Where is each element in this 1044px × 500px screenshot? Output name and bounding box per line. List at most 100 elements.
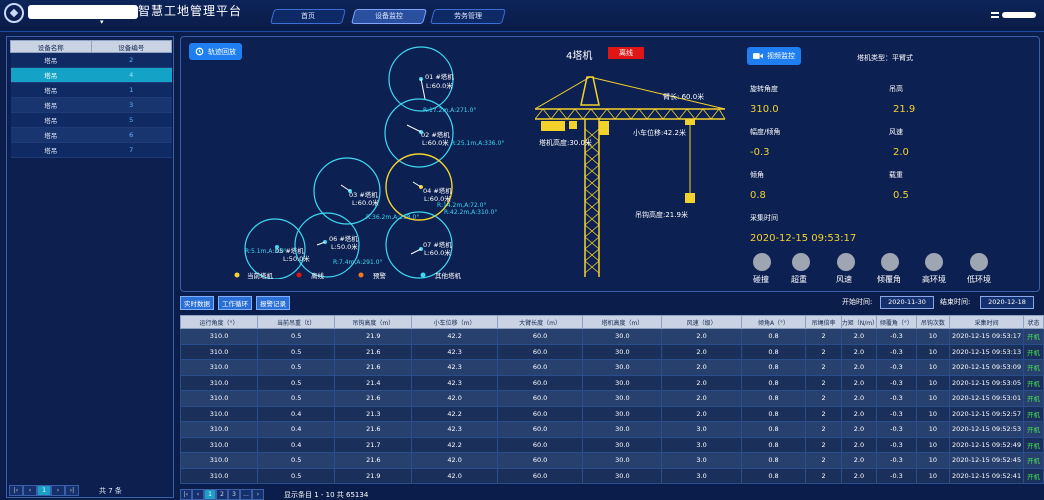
pager-ellipsis[interactable]: ... — [240, 489, 252, 500]
table-row[interactable]: 塔吊 2 — [10, 52, 172, 68]
project-selector-redacted[interactable] — [28, 5, 138, 19]
pager-first-button[interactable]: |‹ — [180, 489, 192, 500]
table-cell: 10 — [915, 452, 951, 469]
table-cell: 2020-12-15 09:52:45 — [949, 452, 1025, 469]
replay-label: 轨迹回放 — [208, 47, 236, 56]
table-cell: 10 — [915, 421, 951, 438]
pager-next-button[interactable]: › — [51, 485, 65, 496]
nav-tab-labor[interactable]: 劳务管理 — [429, 9, 507, 24]
pager-prev-button[interactable]: ‹ — [23, 485, 37, 496]
logo-icon — [4, 3, 24, 23]
device-list-panel: 设备名称 设备编号 塔吊 2 塔吊 4 塔吊 1 塔吊 3 塔吊 5 塔吊 6 塔吊 7 |‹… — [6, 36, 174, 498]
table-cell: 0.5 — [257, 467, 336, 484]
arm-length-label: 臂长: 60.0米 — [663, 92, 704, 101]
column-header: 状态 — [1023, 315, 1044, 329]
table-cell: 0.4 — [257, 405, 336, 422]
table-row[interactable]: 310.0 0.5 21.6 42.0 60.0 30.0 2.0 0.8 2 2.0 -0.3 10… — [179, 390, 1044, 407]
user-menu[interactable] — [991, 12, 1036, 18]
table-cell: 21.9 — [334, 467, 413, 484]
table-cell: 2 — [805, 467, 842, 484]
tab-work-cycle[interactable]: 工作循环 — [218, 296, 252, 310]
table-cell: -0.3 — [876, 421, 917, 438]
tab-alarm-records[interactable]: 报警记录 — [256, 296, 290, 310]
table-cell: 310.0 — [179, 359, 259, 376]
table-row[interactable]: 310.0 0.4 21.6 42.3 60.0 30.0 3.0 0.8 2 2.0 -0.3 10… — [179, 421, 1044, 438]
table-cell: 310.0 — [179, 390, 259, 407]
table-cell: -0.3 — [876, 436, 917, 453]
pager-page-button[interactable]: 1 — [37, 485, 51, 496]
table-row[interactable]: 塔吊 3 — [10, 97, 172, 113]
table-row[interactable]: 塔吊 7 — [10, 142, 172, 158]
table-cell: 10 — [915, 359, 951, 376]
status-cell: 开机 — [1023, 405, 1044, 422]
table-cell: -0.3 — [876, 328, 917, 345]
table-cell: 2 — [805, 328, 842, 345]
table-cell: 2.0 — [661, 328, 742, 345]
table-row[interactable]: 310.0 0.5 21.6 42.3 60.0 30.0 2.0 0.8 2 2.0 -0.3 10… — [179, 343, 1044, 360]
nav-tab-label: 设备监控 — [375, 12, 403, 20]
legend-dot-other — [420, 272, 426, 278]
pager-last-button[interactable]: ›| — [65, 485, 79, 496]
table-cell: 30.0 — [582, 390, 663, 407]
table-cell: 60.0 — [496, 374, 584, 391]
pager-first-button[interactable]: |‹ — [9, 485, 23, 496]
column-header: 运行角度（°） — [179, 315, 259, 329]
table-cell: -0.3 — [876, 359, 917, 376]
table-cell: 21.6 — [334, 343, 413, 360]
table-cell: 0.8 — [740, 421, 807, 438]
pager-page-button[interactable]: 2 — [216, 489, 228, 500]
table-cell: 310.0 — [179, 328, 259, 345]
end-date-input[interactable]: 2020-12-18 — [980, 296, 1034, 309]
device-code: 3 — [91, 97, 172, 113]
table-row[interactable]: 310.0 0.4 21.3 42.2 60.0 30.0 2.0 0.8 2 2.0 -0.3 10… — [179, 405, 1044, 422]
username-redacted — [1002, 12, 1036, 18]
alarm-label: 高环境 — [922, 275, 946, 284]
table-cell: 2.0 — [661, 405, 742, 422]
table-cell: 0.8 — [740, 374, 807, 391]
table-row[interactable]: 塔吊 1 — [10, 82, 172, 98]
crane-zone-03[interactable]: 03 #塔机 L:60.0米 R:36.2m,A:298.0° — [313, 157, 419, 225]
nav-tab-device-monitor[interactable]: 设备监控 — [350, 9, 428, 24]
tab-realtime-data[interactable]: 实时数据 — [180, 296, 214, 310]
pager-page-button[interactable]: 1 — [204, 489, 216, 500]
column-header: 吊钩次数 — [915, 315, 951, 329]
legend-dot-warning — [358, 272, 364, 278]
crane-info: R:7.4m,A:291.0° — [333, 259, 383, 266]
table-row-selected[interactable]: 塔吊 4 — [10, 67, 172, 83]
pager-next-button[interactable]: › — [252, 489, 264, 500]
table-cell: 60.0 — [496, 359, 584, 376]
alarm-overweight-indicator — [792, 253, 810, 271]
table-cell: 0.5 — [257, 343, 336, 360]
param-value: 0.5 — [893, 190, 909, 201]
table-cell: 2020-12-15 09:53:01 — [949, 390, 1025, 407]
column-header: 采集时间 — [949, 315, 1025, 329]
video-camera-icon — [753, 53, 763, 59]
table-row[interactable]: 塔吊 5 — [10, 112, 172, 128]
table-row[interactable]: 310.0 0.5 21.9 42.2 60.0 30.0 2.0 0.8 2 2.0 -0.3 10… — [179, 328, 1044, 345]
table-row[interactable]: 310.0 0.5 21.4 42.3 60.0 30.0 2.0 0.8 2 2.0 -0.3 10… — [179, 374, 1044, 391]
table-cell: 30.0 — [582, 452, 663, 469]
chevron-down-icon[interactable]: ▾ — [100, 18, 104, 26]
table-cell: 30.0 — [582, 343, 663, 360]
crane-zone-07[interactable]: 07 #塔机 L:60.0米 — [385, 211, 453, 279]
table-row[interactable]: 塔吊 6 — [10, 127, 172, 143]
alarm-collision-indicator — [753, 253, 771, 271]
table-cell: 2.0 — [661, 359, 742, 376]
table-row[interactable]: 310.0 0.5 21.9 42.0 60.0 30.0 3.0 0.8 2 2.0 -0.3 10… — [179, 467, 1044, 484]
alarm-label: 倾覆角 — [877, 275, 901, 284]
start-date-input[interactable]: 2020-11-30 — [880, 296, 934, 309]
table-row[interactable]: 310.0 0.5 21.6 42.3 60.0 30.0 2.0 0.8 2 2.0 -0.3 10… — [179, 359, 1044, 376]
crane-label: 07 #塔机 — [423, 240, 452, 249]
table-row[interactable]: 310.0 0.5 21.6 42.0 60.0 30.0 3.0 0.8 2 2.0 -0.3 10… — [179, 452, 1044, 469]
pager-page-button[interactable]: 3 — [228, 489, 240, 500]
column-header: 塔机高度（m） — [582, 315, 663, 329]
device-name: 塔吊 — [10, 127, 91, 143]
pager-prev-button[interactable]: ‹ — [192, 489, 204, 500]
table-cell: 60.0 — [496, 328, 584, 345]
table-cell: 2020-12-15 09:53:05 — [949, 374, 1025, 391]
device-table: 设备名称 设备编号 塔吊 2 塔吊 4 塔吊 1 塔吊 3 塔吊 5 塔吊 6 塔吊 7 — [10, 40, 172, 158]
table-row[interactable]: 310.0 0.4 21.7 42.2 60.0 30.0 3.0 0.8 2 2.0 -0.3 10… — [179, 436, 1044, 453]
video-monitor-button[interactable]: 视频监控 — [747, 47, 801, 65]
crane-zone-04-current[interactable]: 04 #塔机 L:60.0米 R:14.2m,A:72.0° R:42.2m,A… — [385, 153, 497, 221]
nav-tab-home[interactable]: 首页 — [269, 9, 347, 24]
